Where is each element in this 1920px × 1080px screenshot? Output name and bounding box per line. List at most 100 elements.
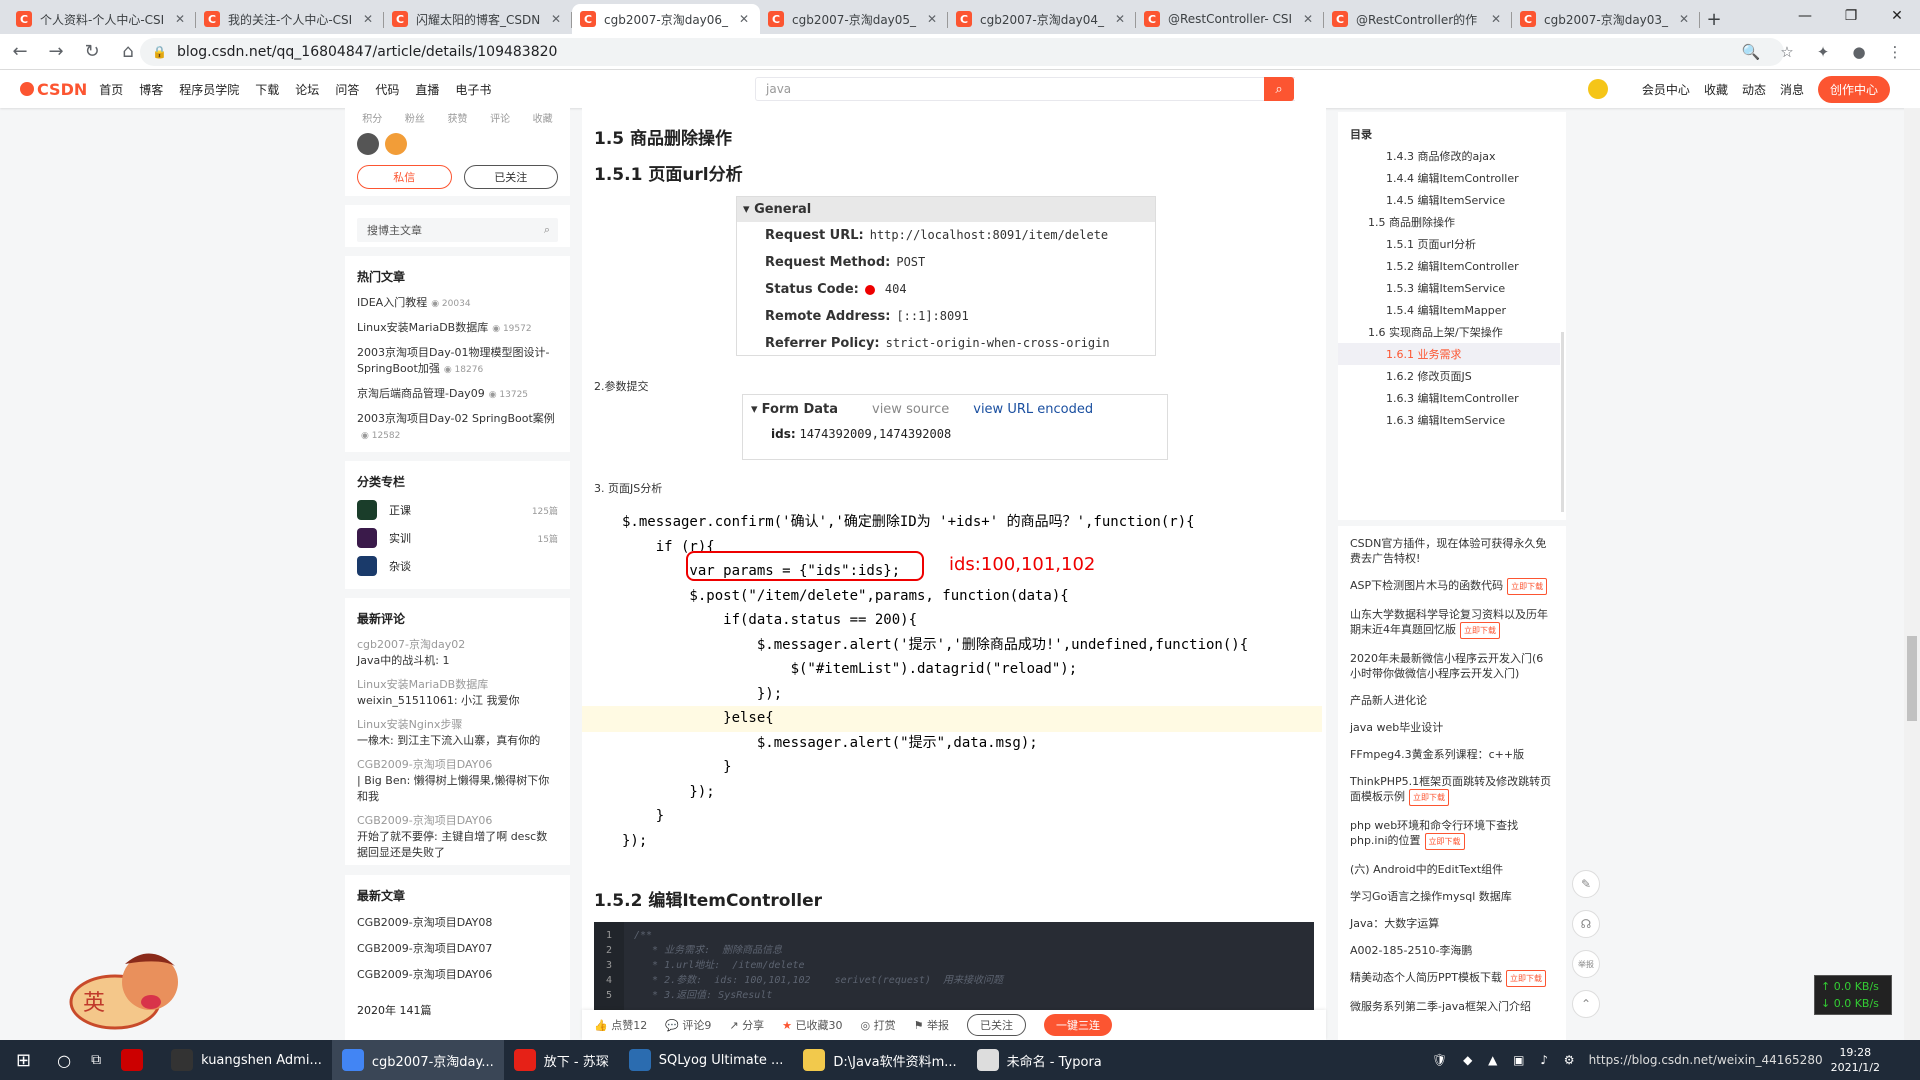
toc-item[interactable]: 1.6 实现商品上架/下架操作 <box>1368 324 1503 340</box>
url-field[interactable]: 🔒 blog.csdn.net/qq_16804847/article/detai… <box>140 38 1784 66</box>
edit-icon[interactable]: ✎ <box>1572 870 1600 898</box>
download-badge[interactable]: 立即下载 <box>1507 578 1548 595</box>
tip-button[interactable]: ◎ 打赏 <box>861 1017 896 1033</box>
close-tab-icon[interactable]: ✕ <box>548 12 564 26</box>
bookmark-star-icon[interactable]: ☆ <box>1772 36 1802 68</box>
nav-item[interactable]: 代码 <box>375 81 399 98</box>
recommend-item[interactable]: 产品新人进化论 <box>1338 687 1566 714</box>
recommend-item[interactable]: FFmpeg4.3黄金系列课程：c++版 <box>1338 741 1566 768</box>
start-icon[interactable]: ⊞ <box>0 1040 47 1080</box>
recommend-item[interactable]: 微服务系列第二季-java框架入门介绍 <box>1338 993 1566 1020</box>
download-badge[interactable]: 立即下载 <box>1506 970 1546 987</box>
back-icon[interactable]: ← <box>4 36 36 68</box>
toc-item[interactable]: 1.5.3 编辑ItemService <box>1386 280 1505 296</box>
menu-icon[interactable]: ⋮ <box>1880 36 1910 68</box>
blogger-search-input[interactable]: 搜博主文章 ⌕ <box>357 218 558 242</box>
recommend-item[interactable]: Java：大数字运算 <box>1338 910 1566 937</box>
download-badge[interactable]: 立即下载 <box>1424 833 1465 850</box>
nav-item[interactable]: 下载 <box>255 81 279 98</box>
toc-item[interactable]: 1.4.5 编辑ItemService <box>1386 192 1505 208</box>
minimize-icon[interactable]: — <box>1782 0 1828 32</box>
message-button[interactable]: 私信 <box>357 165 452 189</box>
browser-tab[interactable]: Ccgb2007-京淘day04_ ✕ <box>948 4 1136 34</box>
close-tab-icon[interactable]: ✕ <box>172 12 188 26</box>
nav-item[interactable]: 论坛 <box>295 81 319 98</box>
toc-item[interactable]: 1.5 商品删除操作 <box>1368 214 1455 230</box>
toc-scrollbar[interactable] <box>1561 332 1564 512</box>
taskbar-app[interactable]: kuangshen Admi... <box>161 1040 332 1080</box>
browser-tab[interactable]: C 我的关注-个人中心-CSI ✕ <box>196 4 384 34</box>
browser-tab[interactable]: Ccgb2007-京淘day06_ ✕ <box>572 4 760 34</box>
nav-item[interactable]: 博客 <box>139 81 163 98</box>
recommend-item[interactable]: 精美动态个人简历PPT模板下载 立即下载 <box>1338 964 1566 993</box>
site-search-input[interactable]: java <box>755 77 1295 101</box>
cortana-icon[interactable]: ○ <box>47 1040 81 1080</box>
close-tab-icon[interactable]: ✕ <box>360 12 376 26</box>
recommend-item[interactable]: 山东大学数据科学导论复习资料以及历年期末近4年真题回忆版 立即下载 <box>1338 601 1566 645</box>
page-scrollbar[interactable] <box>1904 108 1920 1040</box>
header-link[interactable]: 收藏 <box>1704 81 1728 98</box>
favorite-button[interactable]: ★ 已收藏30 <box>782 1017 842 1033</box>
recent-article-item[interactable]: CGB2009-京淘项目DAY08 <box>345 910 570 936</box>
browser-tab[interactable]: C 个人资料-个人中心-CSI ✕ <box>8 4 196 34</box>
download-badge[interactable]: 立即下载 <box>1460 622 1500 639</box>
vip-icon[interactable] <box>1587 79 1608 99</box>
toc-item[interactable]: 1.5.2 编辑ItemController <box>1386 258 1519 274</box>
nav-item[interactable]: 电子书 <box>455 81 491 98</box>
toc-item[interactable]: 1.6.3 编辑ItemService <box>1386 412 1505 428</box>
toc-item[interactable]: 1.5.1 页面url分析 <box>1386 236 1476 252</box>
back-to-top-icon[interactable]: ⌃ <box>1572 990 1600 1018</box>
browser-tab[interactable]: C 闪耀太阳的博客_CSDN ✕ <box>384 4 572 34</box>
recommend-item[interactable]: A002-185-2510-李海鹏 <box>1338 937 1566 964</box>
recommend-item[interactable]: php web环境和命令行环境下查找php.ini的位置 立即下载 <box>1338 812 1566 856</box>
nav-item[interactable]: 首页 <box>99 81 123 98</box>
category-item[interactable]: 杂谈 <box>345 552 570 580</box>
csdn-logo[interactable]: CSDN <box>20 80 87 99</box>
share-button[interactable]: ↗ 分享 <box>729 1017 764 1033</box>
header-link[interactable]: 动态 <box>1742 81 1766 98</box>
like-button[interactable]: 👍 点赞12 <box>594 1017 647 1033</box>
comment-item[interactable]: Linux安装Nginx步骤 一橡木: 到江主下流入山寨，真有你的 <box>345 713 570 753</box>
taskbar-app[interactable]: cgb2007-京淘day... <box>331 1040 504 1080</box>
nav-item[interactable]: 问答 <box>335 81 359 98</box>
search-icon[interactable]: ⌕ <box>544 223 558 237</box>
browser-tab[interactable]: C @RestController- CSI ✕ <box>1136 4 1324 34</box>
toc-item[interactable]: 1.6.2 修改页面JS <box>1386 368 1472 384</box>
report-float-icon[interactable]: 举报 <box>1572 950 1600 978</box>
recommend-item[interactable]: 2020年未最新微信小程序云开发入门(6小时带你做微信小程序云开发入门) <box>1338 645 1566 687</box>
hot-article-item[interactable]: 2003京淘项目Day-02 SpringBoot案例◉ 12582 <box>345 407 570 448</box>
close-tab-icon[interactable]: ✕ <box>1300 12 1316 26</box>
taskbar-app[interactable]: 放下 - 苏琛 <box>504 1040 619 1080</box>
mascot-avatar[interactable]: 英 <box>65 944 195 1034</box>
hot-article-item[interactable]: 京淘后端商品管理-Day09 ◉ 13725 <box>345 382 570 407</box>
header-link[interactable]: 消息 <box>1780 81 1804 98</box>
taskbar-app[interactable] <box>111 1040 161 1080</box>
follow-button[interactable]: 已关注 <box>966 1014 1026 1036</box>
taskbar-app[interactable]: SQLyog Ultimate ... <box>619 1040 794 1080</box>
close-window-icon[interactable]: ✕ <box>1874 0 1920 32</box>
reload-icon[interactable]: ↻ <box>76 36 108 68</box>
browser-tab[interactable]: Ccgb2007-京淘day03_ ✕ <box>1512 4 1700 34</box>
scrollbar-thumb[interactable] <box>1907 636 1917 721</box>
hot-article-item[interactable]: Linux安装MariaDB数据库 ◉ 19572 <box>345 316 570 341</box>
comment-item[interactable]: Linux安装MariaDB数据库 weixin_51511061: 小江 我爱你 <box>345 673 570 713</box>
nav-item[interactable]: 程序员学院 <box>179 81 239 98</box>
browser-tab[interactable]: C @RestController的作 ✕ <box>1324 4 1512 34</box>
maximize-icon[interactable]: ❐ <box>1828 0 1874 32</box>
comment-item[interactable]: CGB2009-京淘项目DAY06 开始了就不要停: 主键自增了啊 desc数据回… <box>345 809 570 865</box>
toc-item[interactable]: 1.4.3 商品修改的ajax <box>1386 148 1496 164</box>
close-tab-icon[interactable]: ✕ <box>1112 12 1128 26</box>
comment-item[interactable]: cgb2007-京淘day02 Java中的战斗机: 1 <box>345 633 570 673</box>
archive-year[interactable]: 2020年 141篇 <box>345 988 570 1032</box>
close-tab-icon[interactable]: ✕ <box>736 12 752 26</box>
recommend-item[interactable]: CSDN官方插件，现在体验可获得永久免费去广告特权! <box>1338 530 1566 572</box>
download-badge[interactable]: 立即下载 <box>1409 789 1449 806</box>
profile-avatar[interactable]: ● <box>1844 36 1874 68</box>
close-tab-icon[interactable]: ✕ <box>1488 12 1504 26</box>
hot-article-item[interactable]: 2003京淘项目Day-01物理模型图设计-SpringBoot加强 ◉ 1827… <box>345 341 570 382</box>
forward-icon[interactable]: → <box>40 36 72 68</box>
recent-article-item[interactable]: CGB2009-京淘项目DAY06 <box>345 962 570 988</box>
recent-article-item[interactable]: CGB2009-京淘项目DAY07 <box>345 936 570 962</box>
toc-item[interactable]: 1.6.3 编辑ItemController <box>1386 390 1519 406</box>
triple-button[interactable]: 一键三连 <box>1043 1014 1112 1036</box>
